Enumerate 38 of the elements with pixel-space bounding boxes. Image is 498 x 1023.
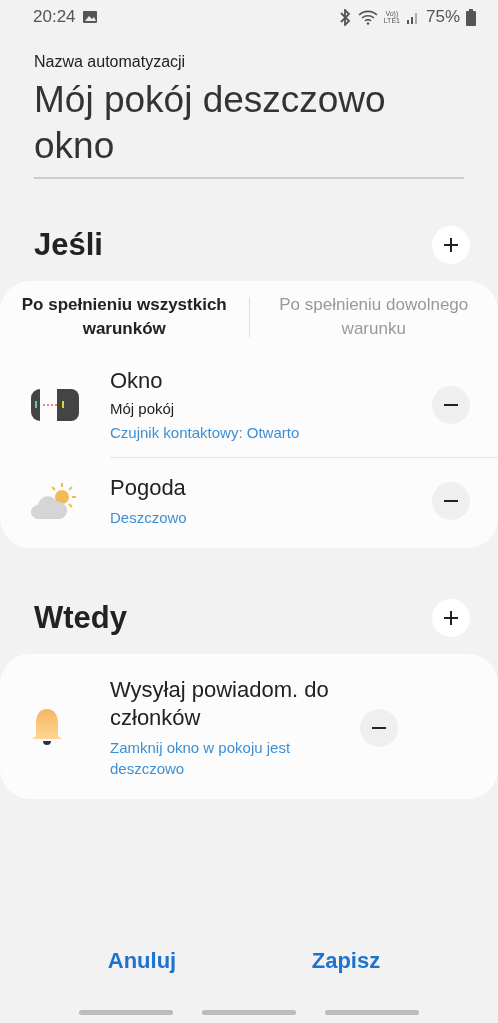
add-button[interactable] — [432, 226, 470, 264]
plus-icon — [443, 610, 459, 626]
item-title: Pogoda — [110, 474, 187, 502]
footer-button[interactable]: Anuluj — [95, 942, 189, 980]
image-icon — [81, 10, 98, 24]
field-label: Nazwa automatyzacji — [34, 53, 187, 71]
nav-handle[interactable] — [325, 1010, 420, 1015]
condition-tab[interactable]: Po spełnieniu dowolnego warunku — [249, 293, 498, 341]
item-location: Mój pokój — [110, 400, 176, 417]
remove-button[interactable] — [432, 386, 470, 424]
signal-icon — [405, 10, 420, 24]
remove-button[interactable] — [432, 482, 470, 520]
minus-icon — [372, 726, 386, 729]
item-detail: Czujnik kontaktowy: Otwarto — [110, 423, 301, 443]
item-title: Okno — [110, 367, 164, 395]
footer-button[interactable]: Zapisz — [299, 942, 393, 980]
bell-icon — [30, 707, 64, 748]
name-field[interactable]: Mój pokój deszczowo okno — [34, 77, 464, 179]
nav-handle[interactable] — [78, 1010, 173, 1015]
cloud-sun-icon — [30, 481, 78, 521]
add-button[interactable] — [432, 599, 470, 637]
sensor-icon — [30, 388, 80, 422]
item-title: Wysyłaj powiadom. do członków — [110, 676, 330, 732]
remove-button[interactable] — [360, 708, 398, 747]
plus-icon — [443, 237, 459, 253]
item-detail: Deszczowo — [110, 508, 188, 528]
nav-handle[interactable] — [202, 1010, 296, 1015]
minus-icon — [444, 500, 458, 502]
bluetooth-icon — [337, 8, 352, 26]
condition-tab[interactable]: Po spełnieniu wszystkich warunków — [0, 293, 249, 341]
battery-icon — [466, 8, 476, 26]
wifi-icon — [357, 9, 378, 25]
battery-percentage: 75% — [425, 7, 460, 27]
minus-icon — [444, 404, 458, 406]
section-heading: Jeśli — [34, 227, 103, 263]
section-heading: Wtedy — [34, 600, 127, 636]
clock: 20:24 — [33, 7, 76, 27]
item-detail: Zamknij okno w pokoju jest deszczowo — [110, 738, 292, 779]
